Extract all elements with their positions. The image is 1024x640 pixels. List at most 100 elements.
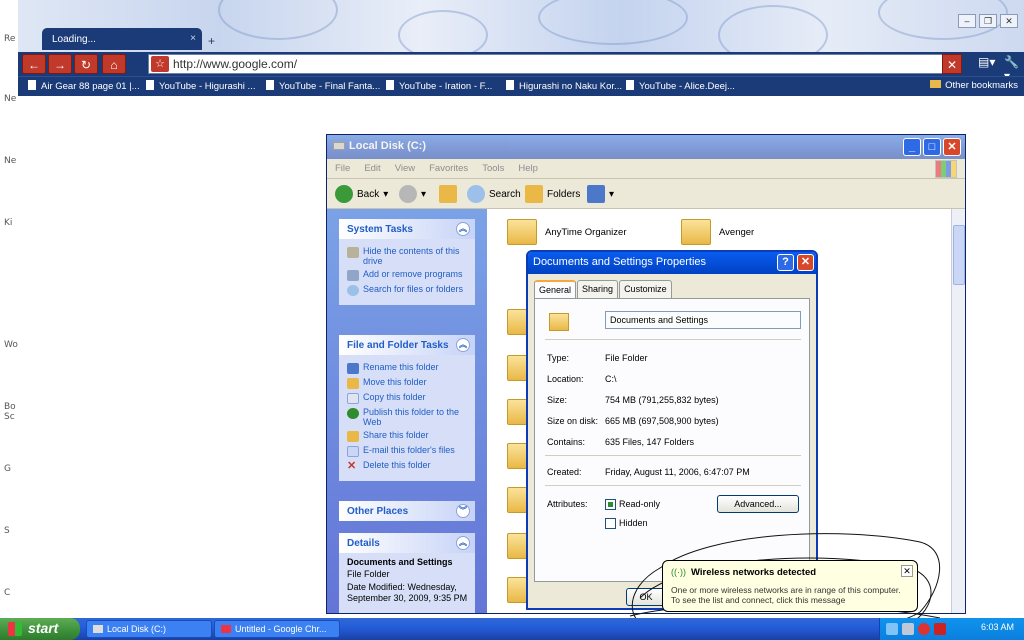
task-move[interactable]: Move this folder — [347, 377, 469, 389]
desktop-icon-label[interactable]: G — [4, 464, 11, 474]
desktop-icon-label[interactable]: Bo — [4, 402, 16, 412]
globe-icon — [347, 408, 359, 419]
browser-toolbar: ← → ↻ ⌂ ☆ http://www.google.com/ ✕ ▤▾ 🔧▾ — [18, 52, 1024, 83]
task-email[interactable]: E-mail this folder's files — [347, 445, 469, 457]
share-icon — [347, 431, 359, 442]
other-bookmarks[interactable]: Other bookmarks — [930, 80, 1018, 91]
task-delete[interactable]: ✕ Delete this folder — [347, 460, 469, 472]
folder-icon — [549, 313, 569, 331]
home-icon[interactable]: ⌂ — [102, 54, 126, 74]
collapse-chevron-icon[interactable]: ︽ — [456, 222, 470, 236]
hidden-checkbox[interactable] — [605, 518, 616, 529]
menu-view[interactable]: View — [395, 163, 415, 174]
menu-file[interactable]: File — [335, 163, 350, 174]
panel-header[interactable]: Other Places ︾ — [339, 501, 475, 521]
folder-icon[interactable] — [507, 219, 537, 245]
desktop-icon-label[interactable]: Re — [4, 34, 15, 44]
back-button[interactable]: Back ▾ — [335, 185, 388, 203]
close-icon[interactable]: ✕ — [943, 138, 961, 156]
maximize-icon[interactable]: □ — [923, 138, 941, 156]
task-search[interactable]: Search for files or folders — [347, 284, 469, 296]
folder-label[interactable]: Avenger — [719, 227, 754, 238]
menu-favorites[interactable]: Favorites — [429, 163, 468, 174]
menu-tools[interactable]: Tools — [482, 163, 504, 174]
folder-label[interactable]: AnyTime Organizer — [545, 227, 626, 238]
desktop-icon-label[interactable]: Ne — [4, 94, 16, 104]
task-share[interactable]: Share this folder — [347, 430, 469, 442]
type-label: Type: — [547, 353, 570, 363]
collapse-chevron-icon[interactable]: ︽ — [456, 338, 470, 352]
forward-arrow-icon[interactable]: → — [48, 54, 72, 74]
browser-tab[interactable]: Loading... × — [42, 28, 202, 50]
vertical-scrollbar[interactable] — [951, 209, 965, 613]
help-icon[interactable]: ? — [777, 254, 794, 271]
desktop-icon-label[interactable]: S — [4, 526, 10, 536]
menu-help[interactable]: Help — [518, 163, 538, 174]
contains-label: Contains: — [547, 437, 586, 447]
security-icon[interactable] — [918, 623, 930, 635]
bookmark-star-icon[interactable]: ☆ — [151, 56, 169, 72]
panel-header[interactable]: Details ︽ — [339, 533, 475, 553]
bookmark-item[interactable]: YouTube - Alice.Deej... — [626, 80, 735, 92]
address-bar[interactable]: ☆ http://www.google.com/ — [148, 54, 956, 74]
folder-icon[interactable] — [681, 219, 711, 245]
task-publish[interactable]: Publish this folder to the Web — [347, 407, 469, 427]
stop-icon[interactable]: ✕ — [942, 54, 962, 74]
explorer-titlebar[interactable]: Local Disk (C:) — [327, 135, 965, 159]
search-button[interactable]: Search — [467, 185, 521, 203]
task-copy[interactable]: Copy this folder — [347, 392, 469, 404]
explorer-menubar: File Edit View Favorites Tools Help — [327, 159, 965, 179]
desktop-icon-label[interactable]: C — [4, 588, 10, 598]
task-add-remove[interactable]: Add or remove programs — [347, 269, 469, 281]
minimize-icon[interactable]: _ — [903, 138, 921, 156]
move-icon — [347, 378, 359, 389]
antivirus-icon[interactable] — [934, 623, 946, 635]
folder-name-field[interactable]: Documents and Settings — [605, 311, 801, 329]
close-icon[interactable]: ✕ — [901, 565, 913, 577]
taskbar-button[interactable]: Untitled - Google Chr... — [214, 620, 340, 638]
close-icon[interactable]: ✕ — [1000, 14, 1018, 28]
advanced-button[interactable]: Advanced... — [717, 495, 799, 513]
expand-chevron-icon[interactable]: ︾ — [456, 504, 470, 518]
tab-sharing[interactable]: Sharing — [577, 280, 619, 300]
bookmark-item[interactable]: Air Gear 88 page 01 |... — [28, 80, 140, 92]
bookmark-item[interactable]: YouTube - Iration - F... — [386, 80, 492, 92]
page-menu-icon[interactable]: ▤▾ — [978, 55, 995, 69]
dialog-title: Documents and Settings Properties — [533, 256, 707, 268]
desktop-icon-label[interactable]: Ki — [4, 218, 12, 228]
close-icon[interactable]: ✕ — [797, 254, 814, 271]
start-button[interactable]: start — [0, 618, 80, 640]
bookmark-item[interactable]: Higurashi no Naku Kor... — [506, 80, 622, 92]
network-icon[interactable] — [886, 623, 898, 635]
taskbar-button[interactable]: Local Disk (C:) — [86, 620, 212, 638]
bookmark-item[interactable]: YouTube - Higurashi ... — [146, 80, 255, 92]
dialog-titlebar[interactable]: Documents and Settings Properties ? ✕ — [528, 252, 816, 274]
folders-button[interactable]: Folders — [525, 185, 580, 203]
minimize-icon[interactable]: – — [958, 14, 976, 28]
desktop-icon-label[interactable]: Wo — [4, 340, 18, 350]
collapse-chevron-icon[interactable]: ︽ — [456, 536, 470, 550]
scroll-thumb[interactable] — [953, 225, 965, 285]
views-button[interactable]: ▾ — [587, 185, 614, 203]
wireless-tray-icon[interactable] — [902, 623, 914, 635]
tab-general[interactable]: General — [534, 280, 577, 300]
wireless-icon: ((·)) — [671, 567, 686, 577]
task-hide-drive[interactable]: Hide the contents of this drive — [347, 246, 469, 266]
forward-button[interactable]: ▾ — [399, 185, 426, 203]
back-arrow-icon[interactable]: ← — [22, 54, 46, 74]
new-tab-icon[interactable]: + — [208, 34, 215, 48]
panel-header[interactable]: File and Folder Tasks ︽ — [339, 335, 475, 355]
desktop-icon-label[interactable]: Ne — [4, 156, 16, 166]
bookmark-item[interactable]: YouTube - Final Fanta... — [266, 80, 380, 92]
desktop-icon-label[interactable]: Sc — [4, 412, 15, 422]
up-folder-button[interactable] — [439, 185, 457, 203]
maximize-icon[interactable]: ❐ — [979, 14, 997, 28]
tab-close-icon[interactable]: × — [190, 33, 196, 44]
menu-edit[interactable]: Edit — [364, 163, 380, 174]
tab-customize[interactable]: Customize — [619, 280, 672, 300]
readonly-checkbox[interactable] — [605, 499, 616, 510]
reload-icon[interactable]: ↻ — [74, 54, 98, 74]
notification-balloon[interactable]: ((·)) Wireless networks detected ✕ One o… — [662, 560, 918, 612]
task-rename[interactable]: Rename this folder — [347, 362, 469, 374]
panel-header[interactable]: System Tasks ︽ — [339, 219, 475, 239]
